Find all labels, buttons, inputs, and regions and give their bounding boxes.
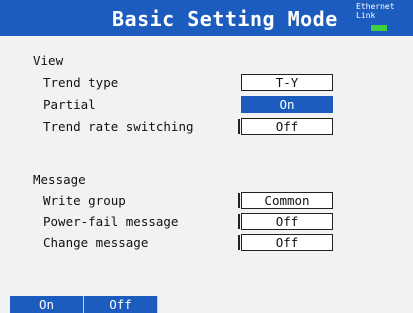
link-indicator-icon <box>371 25 387 31</box>
write-group-field[interactable]: Common <box>238 192 333 209</box>
ethernet-label: Ethernet <box>356 2 395 11</box>
link-label: Link <box>356 11 376 20</box>
page-title: Basic Setting Mode <box>112 7 338 31</box>
trend-type-field[interactable]: T-Y <box>241 74 333 91</box>
change-message-label: Change message <box>43 235 149 250</box>
title-bar: Basic Setting Mode Ethernet Link <box>0 0 413 36</box>
softkey-on-button[interactable]: On <box>10 296 84 313</box>
partial-field[interactable]: On <box>241 96 333 113</box>
view-section-heading: View <box>33 53 64 68</box>
trend-rate-switching-field[interactable]: Off <box>238 118 333 135</box>
softkey-off-button[interactable]: Off <box>84 296 158 313</box>
power-fail-message-label: Power-fail message <box>43 214 179 229</box>
message-section-heading: Message <box>33 172 86 187</box>
power-fail-message-field[interactable]: Off <box>238 213 333 230</box>
ethernet-status: Ethernet Link <box>356 2 395 20</box>
change-message-field[interactable]: Off <box>238 234 333 251</box>
write-group-label: Write group <box>43 193 126 208</box>
partial-label: Partial <box>43 97 96 112</box>
softkey-bar: On Off <box>10 296 158 313</box>
trend-rate-switching-label: Trend rate switching <box>43 119 194 134</box>
trend-type-label: Trend type <box>43 75 119 90</box>
